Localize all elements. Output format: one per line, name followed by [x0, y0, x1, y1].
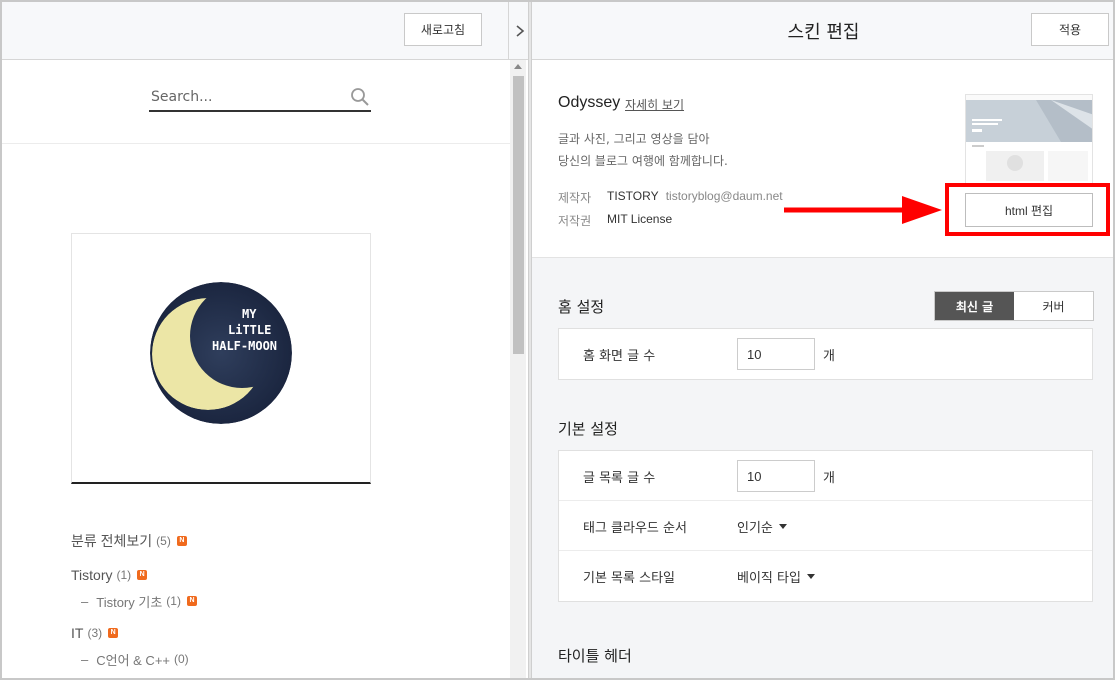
skin-description-line1: 글과 사진, 그리고 영상을 담아 [558, 132, 710, 146]
search-area: Search... [2, 60, 512, 144]
avatar-text-line3: HALF-MOON [212, 339, 277, 353]
annotation-arrow-icon [784, 196, 942, 224]
apply-button[interactable]: 적용 [1031, 13, 1109, 46]
search-placeholder: Search... [151, 89, 213, 105]
collapse-toggle[interactable] [508, 2, 530, 60]
author-email: tistoryblog@daum.net [665, 189, 783, 203]
list-count-input[interactable]: 10 [737, 460, 815, 492]
list-style-select[interactable]: 베이직 타입 [737, 567, 815, 586]
home-count-input[interactable]: 10 [737, 338, 815, 370]
page-title: 스킨 편집 [787, 22, 860, 43]
skin-settings-pane: 스킨 편집 적용 Odyssey 자세히 보기 글과 사진, 그리고 영상을 담… [532, 2, 1113, 678]
basic-settings-card: 글 목록 글 수 10 개 태그 클라우드 순서 인기순 기본 목록 스타일 베… [558, 450, 1093, 602]
category-label: C언어 & C++ [96, 652, 171, 668]
license-label: 저작권 [558, 214, 592, 228]
category-label: IT [71, 625, 84, 641]
category-item[interactable]: Tistory (1) N [71, 564, 471, 586]
detail-link[interactable]: 자세히 보기 [625, 96, 684, 113]
list-style-row: 기본 목록 스타일 베이직 타입 [559, 551, 1092, 601]
category-label: Tistory [71, 567, 113, 583]
preview-toolbar: 새로고침 [2, 2, 512, 60]
search-input[interactable]: Search... [149, 84, 371, 112]
category-count: (1) [116, 568, 132, 582]
avatar-text-line2: LiTTLE [228, 323, 271, 337]
home-mode-tabs: 최신 글 커버 [934, 291, 1094, 321]
author-name: TISTORY [607, 189, 659, 203]
skin-thumbnail [965, 94, 1093, 186]
home-count-row: 홈 화면 글 수 10 개 [559, 329, 1092, 379]
profile-image-box: MY LiTTLE HALF-MOON [71, 233, 371, 484]
preview-content[interactable]: Search... MY LiTTLE HALF-MOON 분류 전체보기 (5… [2, 60, 512, 678]
skin-name: Odyssey [558, 94, 621, 111]
list-count-unit: 개 [823, 471, 835, 486]
category-item[interactable]: IT (3) N [71, 622, 471, 644]
window-frame: 새로고침 Search... MY LiTTLE HALF-MOON 분류 전체… [0, 0, 1115, 680]
category-label: 분류 전체보기 [71, 533, 153, 549]
caret-down-icon [778, 524, 787, 529]
tag-cloud-select[interactable]: 인기순 [737, 517, 787, 536]
profile-avatar: MY LiTTLE HALF-MOON [150, 282, 292, 424]
license-value: MIT License [607, 212, 673, 226]
category-count: (1) [166, 594, 181, 608]
settings-header: 스킨 편집 적용 [532, 2, 1113, 60]
new-badge-icon: N [137, 570, 148, 580]
home-count-unit: 개 [823, 349, 835, 364]
title-header-title: 타이틀 헤더 [558, 647, 632, 665]
skin-description-line2: 당신의 블로그 여행에 함께합니다. [558, 154, 728, 168]
new-badge-icon: N [108, 628, 119, 638]
list-count-row: 글 목록 글 수 10 개 [559, 451, 1092, 501]
home-settings-card: 홈 화면 글 수 10 개 [558, 328, 1093, 380]
category-count: (3) [87, 626, 103, 640]
dash-icon: – [81, 593, 89, 609]
list-style-label: 기본 목록 스타일 [583, 571, 675, 586]
new-badge-icon: N [186, 596, 197, 606]
scroll-up-arrow-icon[interactable] [514, 64, 522, 69]
search-icon[interactable] [349, 86, 371, 108]
home-count-label: 홈 화면 글 수 [583, 349, 656, 364]
tag-cloud-row: 태그 클라우드 순서 인기순 [559, 501, 1092, 551]
author-label: 제작자 [558, 191, 592, 205]
home-settings-title: 홈 설정 [558, 298, 605, 316]
category-list: 분류 전체보기 (5) N Tistory (1) N – Tistory 기초… [71, 530, 471, 670]
list-count-label: 글 목록 글 수 [583, 471, 656, 486]
subcategory-item[interactable]: – C언어 & C++ (0) [71, 648, 471, 670]
category-item[interactable]: 분류 전체보기 (5) N [71, 530, 471, 552]
tab-cover[interactable]: 커버 [1014, 292, 1093, 320]
category-count: (5) [156, 534, 171, 548]
tag-cloud-label: 태그 클라우드 순서 [583, 521, 687, 536]
new-badge-icon: N [176, 536, 187, 546]
tab-latest[interactable]: 최신 글 [935, 292, 1014, 320]
annotation-highlight-box [945, 183, 1110, 236]
caret-down-icon [806, 574, 815, 579]
chevron-right-icon [515, 24, 524, 37]
list-style-value: 베이직 타입 [737, 571, 801, 586]
avatar-text-line1: MY [242, 307, 257, 321]
category-label: Tistory 기초 [96, 594, 163, 610]
tag-cloud-value: 인기순 [737, 521, 773, 536]
scroll-thumb[interactable] [513, 76, 524, 354]
basic-settings-title: 기본 설정 [558, 420, 618, 438]
category-count: (0) [174, 652, 189, 666]
author-value: TISTORY tistoryblog@daum.net [607, 189, 783, 203]
preview-scrollbar[interactable] [510, 60, 526, 678]
blog-preview-pane: 새로고침 Search... MY LiTTLE HALF-MOON 분류 전체… [2, 2, 530, 678]
refresh-button[interactable]: 새로고침 [404, 13, 482, 46]
subcategory-item[interactable]: – Tistory 기초 (1) N [71, 590, 471, 612]
dash-icon: – [81, 651, 89, 667]
